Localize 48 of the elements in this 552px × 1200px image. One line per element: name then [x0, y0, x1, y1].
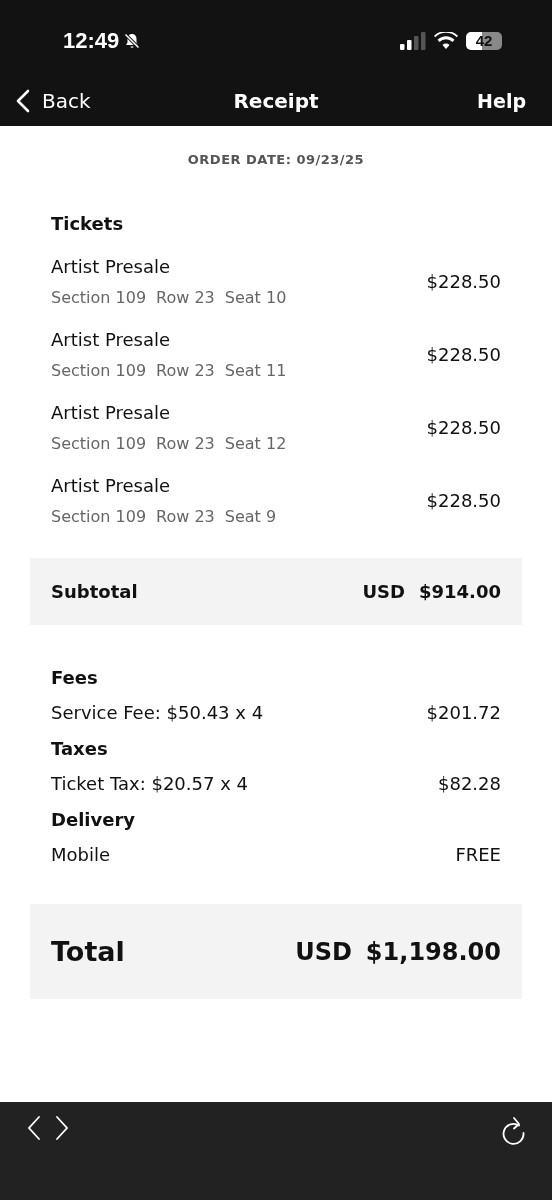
charge-label: Service Fee: $50.43 x 4: [51, 702, 264, 723]
charge-amount: FREE: [455, 844, 501, 865]
charge-label: Mobile: [51, 844, 111, 865]
ticket-name: Artist Presale: [51, 475, 172, 496]
ticket-row: Row 23: [156, 434, 215, 453]
ticket-price: $228.50: [426, 271, 501, 292]
help-button[interactable]: Help: [477, 89, 526, 112]
currency-code: USD: [295, 937, 352, 966]
ticket-section: Section 109: [51, 361, 147, 380]
chevron-left-icon: [16, 88, 30, 113]
ticket-seat: Seat 11: [224, 361, 287, 380]
section-heading: Delivery: [51, 809, 137, 830]
ticket-name: Artist Presale: [51, 256, 172, 277]
wifi-icon: [434, 31, 458, 50]
ticket-price: $228.50: [426, 490, 501, 511]
status-time: 12:49: [63, 27, 120, 54]
bell-muted-icon: [123, 31, 142, 50]
total-amount: $1,198.00: [365, 937, 501, 966]
ticket-row: Row 23: [156, 507, 215, 526]
back-button[interactable]: Back: [16, 88, 91, 113]
ticket-section: Section 109: [51, 288, 147, 307]
subtotal-label: Subtotal: [51, 581, 138, 602]
ticket-name: Artist Presale: [51, 329, 172, 350]
section-heading: Tickets: [51, 213, 125, 234]
refresh-icon[interactable]: [500, 1116, 526, 1146]
ticket-seat: Seat 12: [224, 434, 287, 453]
chevron-right-icon[interactable]: [55, 1116, 69, 1140]
subtotal-amount: $914.00: [419, 581, 501, 602]
total-label: Total: [51, 936, 125, 967]
signal-icon: [400, 31, 426, 50]
charge-amount: $201.72: [426, 702, 501, 723]
ticket-section: Section 109: [51, 434, 147, 453]
charge-label: Ticket Tax: $20.57 x 4: [51, 773, 248, 794]
ticket-price: $228.50: [426, 344, 501, 365]
order-date: ORDER DATE: 09/23/25: [186, 152, 366, 167]
section-heading: Fees: [51, 667, 99, 688]
ticket-seat: Seat 9: [224, 507, 277, 526]
ticket-price: $228.50: [426, 417, 501, 438]
chevron-left-icon[interactable]: [27, 1116, 41, 1140]
ticket-section: Section 109: [51, 507, 147, 526]
ticket-seat: Seat 10: [224, 288, 287, 307]
currency-code: USD: [362, 581, 405, 602]
ticket-name: Artist Presale: [51, 402, 172, 423]
section-heading: Taxes: [51, 738, 109, 759]
ticket-row: Row 23: [156, 361, 215, 380]
charge-amount: $82.28: [438, 773, 501, 794]
ticket-row: Row 23: [156, 288, 215, 307]
screen-title: Receipt: [233, 88, 319, 113]
